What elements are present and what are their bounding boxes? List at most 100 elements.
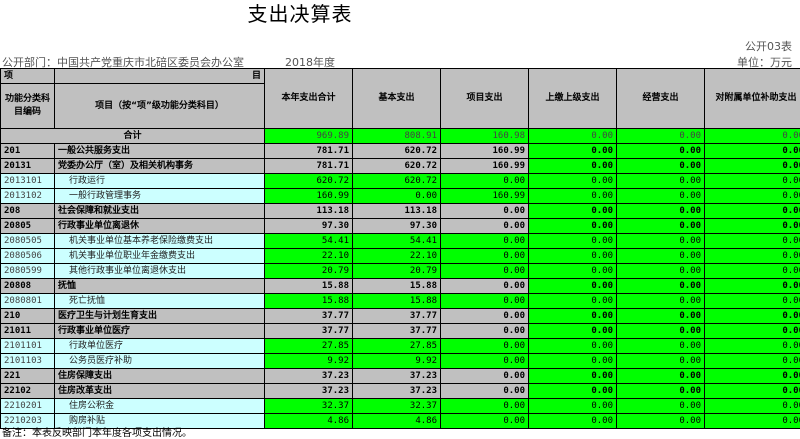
row-value: 0.00 (440, 413, 529, 429)
table-row: 20805行政事业单位离退休97.3097.300.000.000.000.00 (0, 218, 800, 234)
row-name: 住房改革支出 (54, 383, 265, 399)
row-value: 0.00 (528, 143, 617, 159)
header-col-business: 经营支出 (616, 68, 705, 129)
header-name: 项目（按“项”级功能分类科目） (54, 83, 265, 129)
row-value: 0.00 (528, 248, 617, 264)
table-row: 210医疗卫生与计划生育支出37.7737.770.000.000.000.00 (0, 308, 800, 324)
row-code: 2101103 (0, 353, 55, 369)
header-xiang: 项 (0, 68, 55, 84)
row-value: 9.92 (264, 353, 353, 369)
row-value: 0.00 (528, 398, 617, 414)
row-value: 0.00 (440, 308, 529, 324)
row-value: 0.00 (528, 263, 617, 279)
table-row: 2101101行政单位医疗27.8527.850.000.000.000.00 (0, 338, 800, 354)
total-value: 0.00 (704, 128, 800, 144)
row-value: 27.85 (352, 338, 441, 354)
total-row: 合计 969.89 808.91 160.98 0.00 0.00 0.00 (0, 128, 800, 144)
row-value: 0.00 (440, 353, 529, 369)
table-row: 22102住房改革支出37.2337.230.000.000.000.00 (0, 383, 800, 399)
table-code: 公开03表 (745, 40, 792, 53)
row-value: 0.00 (704, 203, 800, 219)
row-name: 行政事业单位离退休 (54, 218, 265, 234)
row-code: 2013101 (0, 173, 55, 189)
header-col-project: 项目支出 (440, 68, 529, 129)
row-value: 0.00 (528, 338, 617, 354)
row-code: 2080506 (0, 248, 55, 264)
total-value: 969.89 (264, 128, 353, 144)
row-value: 32.37 (264, 398, 353, 414)
row-value: 0.00 (440, 233, 529, 249)
row-value: 0.00 (440, 398, 529, 414)
row-value: 113.18 (264, 203, 353, 219)
row-value: 160.99 (440, 158, 529, 174)
row-value: 15.88 (352, 278, 441, 294)
table-row: 2080599 其他行政事业单位离退休支出 20.79 20.79 0.00 0.00 0.… (0, 263, 800, 279)
row-value: 160.99 (264, 188, 353, 204)
table-row: 2013101行政运行620.72620.720.000.000.000.00 (0, 173, 800, 189)
row-value: 0.00 (616, 278, 705, 294)
row-code: 201 (0, 143, 55, 159)
row-value: 37.23 (264, 368, 353, 384)
row-value: 0.00 (616, 173, 705, 189)
row-name: 机关事业单位职业年金缴费支出 (54, 248, 265, 264)
row-value: 0.00 (616, 218, 705, 234)
header-col-upper: 上缴上级支出 (528, 68, 617, 129)
header-col-basic: 基本支出 (352, 68, 441, 129)
row-value: 97.30 (352, 218, 441, 234)
row-code: 22102 (0, 383, 55, 399)
table-row: 2013102 一般行政管理事务 160.99 0.00 160.99 0.00 0.00 0… (0, 188, 800, 204)
row-value: 0.00 (616, 383, 705, 399)
report-title: 支出决算表 (247, 2, 353, 26)
row-name: 社会保障和就业支出 (54, 203, 265, 219)
row-value: 0.00 (528, 173, 617, 189)
row-value: 27.85 (264, 338, 353, 354)
total-label: 合计 (0, 128, 265, 144)
row-value: 0.00 (704, 248, 800, 264)
row-value: 37.23 (352, 383, 441, 399)
row-name: 住房保障支出 (54, 368, 265, 384)
row-value: 0.00 (528, 368, 617, 384)
table-row: 208社会保障和就业支出113.18113.180.000.000.000.00 (0, 203, 800, 219)
row-value: 0.00 (616, 353, 705, 369)
row-value: 0.00 (616, 293, 705, 309)
row-code: 2013102 (0, 188, 55, 204)
row-value: 15.88 (264, 293, 353, 309)
total-value: 160.98 (440, 128, 529, 144)
row-name: 行政运行 (54, 173, 265, 189)
table-row: 20131 党委办公厅（室）及相关机构事务 781.71 620.72 160.99 0.… (0, 158, 800, 174)
row-value: 0.00 (440, 173, 529, 189)
row-value: 0.00 (704, 338, 800, 354)
total-value: 0.00 (528, 128, 617, 144)
row-code: 2080505 (0, 233, 55, 249)
row-name: 行政事业单位医疗 (54, 323, 265, 339)
row-value: 20.79 (352, 263, 441, 279)
row-name: 一般公共服务支出 (54, 143, 265, 159)
row-value: 0.00 (440, 248, 529, 264)
row-value: 0.00 (704, 263, 800, 279)
row-value: 0.00 (704, 398, 800, 414)
row-value: 0.00 (440, 278, 529, 294)
row-value: 32.37 (352, 398, 441, 414)
row-name: 死亡抚恤 (54, 293, 265, 309)
row-value: 0.00 (440, 263, 529, 279)
row-value: 781.71 (264, 143, 353, 159)
row-value: 0.00 (704, 293, 800, 309)
row-value: 0.00 (616, 263, 705, 279)
row-value: 620.72 (352, 158, 441, 174)
row-value: 0.00 (704, 368, 800, 384)
row-value: 781.71 (264, 158, 353, 174)
row-value: 22.10 (264, 248, 353, 264)
row-value: 97.30 (264, 218, 353, 234)
header-col-total: 本年支出合计 (264, 68, 353, 129)
row-value: 0.00 (528, 308, 617, 324)
row-value: 0.00 (528, 203, 617, 219)
row-value: 620.72 (352, 173, 441, 189)
row-name: 党委办公厅（室）及相关机构事务 (54, 158, 265, 174)
row-value: 15.88 (352, 293, 441, 309)
table-row: 221住房保障支出37.2337.230.000.000.000.00 (0, 368, 800, 384)
row-value: 0.00 (616, 398, 705, 414)
row-name: 机关事业单位基本养老保险缴费支出 (54, 233, 265, 249)
row-value: 0.00 (440, 368, 529, 384)
row-code: 2080801 (0, 293, 55, 309)
row-value: 0.00 (616, 368, 705, 384)
